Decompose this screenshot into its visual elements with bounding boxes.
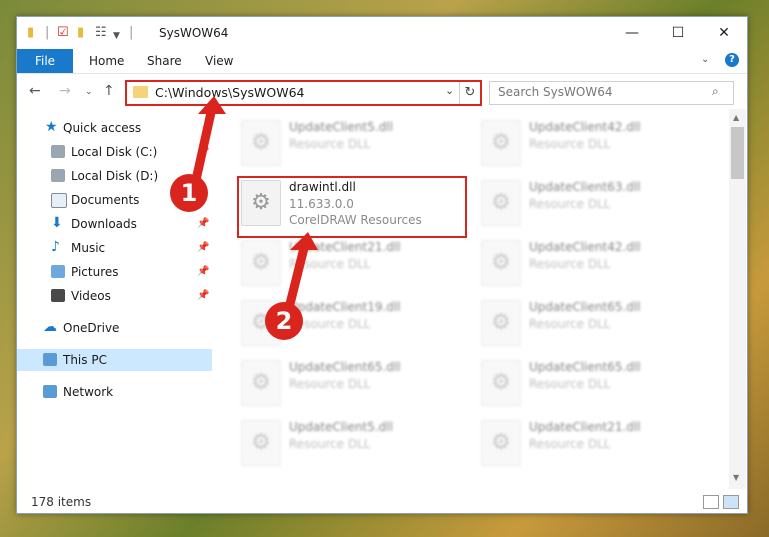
arrow-2-head — [290, 232, 318, 250]
arrow-1-shaft — [191, 103, 217, 185]
step-marker-1: 1 — [170, 174, 208, 212]
arrow-2-shaft — [285, 239, 310, 309]
step-marker-2: 2 — [265, 302, 303, 340]
arrow-1-head — [198, 96, 226, 114]
annotation-arrows — [191, 96, 318, 309]
